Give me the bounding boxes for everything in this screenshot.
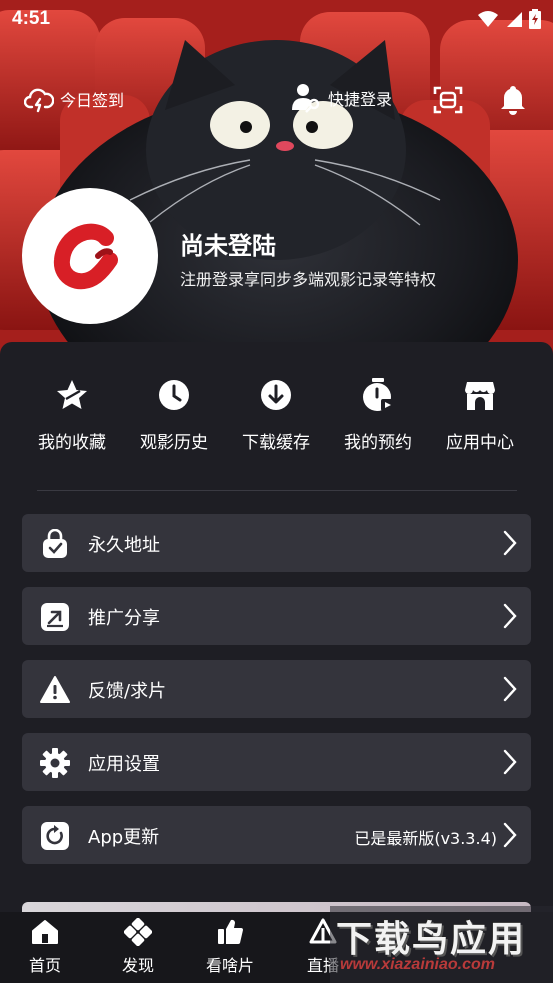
reservations-button[interactable]: 我的预约 [328, 372, 428, 453]
scan-button[interactable] [432, 84, 464, 120]
clock-icon [159, 380, 189, 410]
reservations-label: 我的预约 [344, 433, 412, 453]
user-key-icon [292, 84, 320, 113]
battery-icon [529, 9, 541, 29]
favorites-label: 我的收藏 [38, 433, 106, 453]
timer-icon [363, 378, 394, 411]
scan-icon [433, 86, 463, 114]
app-store-icon [465, 382, 495, 410]
menu-label: 推广分享 [88, 608, 160, 629]
menu-label: 应用设置 [88, 754, 160, 775]
chevron-right-icon [503, 603, 517, 629]
nav-item-what-to-watch[interactable]: 看啥片 [195, 918, 265, 976]
checkin-button[interactable]: 今日签到 [24, 85, 124, 113]
refresh-icon [41, 822, 69, 850]
menu-item-app-update[interactable]: App更新 已是最新版(v3.3.4) [22, 806, 531, 864]
menu-item-settings[interactable]: 应用设置 [22, 733, 531, 791]
profile-subtitle: 注册登录享同步多端观影记录等特权 [180, 270, 437, 289]
chevron-right-icon [503, 822, 517, 848]
nav-item-discover[interactable]: 发现 [103, 918, 173, 976]
quick-actions-row: 我的收藏 观影历史 下载缓存 我的预约 应用中心 [0, 372, 553, 462]
menu-panel: 我的收藏 观影历史 下载缓存 我的预约 应用中心 永久地址 推广分享 反馈/求片… [0, 342, 553, 912]
site-watermark: 下载鸟应用 www.xiazainiao.com [330, 906, 553, 983]
user-avatar[interactable] [22, 188, 158, 324]
status-time: 4:51 [12, 8, 51, 29]
watermark-title: 下载鸟应用 [336, 919, 527, 960]
nav-label: 首页 [28, 956, 61, 975]
avatar[interactable] [22, 188, 158, 324]
menu-item-permanent-address[interactable]: 永久地址 [22, 514, 531, 572]
cloud-lightning-icon [24, 88, 54, 113]
thumbs-up-icon [218, 919, 243, 945]
top-action-bar: 今日签到 快捷登录 [0, 80, 553, 120]
home-icon [32, 920, 58, 944]
chevron-right-icon [503, 676, 517, 702]
lock-bag-icon [43, 529, 67, 558]
history-label: 观影历史 [140, 433, 208, 453]
downloads-button[interactable]: 下载缓存 [226, 372, 326, 453]
nav-item-home[interactable]: 首页 [10, 918, 80, 976]
checkin-label: 今日签到 [60, 91, 125, 110]
menu-label: App更新 [88, 827, 160, 848]
profile-header: 4:51 今日签到 快捷登录 尚未登陆 注册登录享同步多端观影记录等特权 [0, 0, 553, 360]
quick-login-label: 快捷登录 [328, 90, 393, 109]
nav-label: 看啥片 [205, 956, 254, 975]
bell-icon [501, 86, 525, 115]
app-center-label: 应用中心 [446, 433, 514, 453]
signal-icon [507, 12, 522, 27]
divider [37, 490, 517, 491]
menu-item-share[interactable]: 推广分享 [22, 587, 531, 645]
quick-login-button[interactable]: 快捷登录 [290, 82, 392, 114]
gear-icon [40, 748, 70, 778]
wifi-icon [478, 11, 498, 27]
menu-label: 反馈/求片 [88, 681, 167, 702]
menu-label: 永久地址 [88, 535, 160, 556]
chevron-right-icon [503, 530, 517, 556]
share-icon [41, 603, 69, 631]
favorites-button[interactable]: 我的收藏 [22, 372, 122, 453]
menu-item-feedback[interactable]: 反馈/求片 [22, 660, 531, 718]
warning-icon [40, 676, 70, 703]
discover-icon [124, 918, 152, 946]
app-center-button[interactable]: 应用中心 [430, 372, 530, 453]
chevron-right-icon [503, 749, 517, 775]
download-icon [261, 380, 291, 410]
star-icon [57, 380, 87, 409]
version-status: 已是最新版(v3.3.4) [354, 829, 497, 848]
notification-button[interactable] [498, 84, 528, 120]
status-bar: 4:51 [0, 0, 553, 38]
app-logo-icon [53, 223, 118, 290]
profile-name[interactable]: 尚未登陆 [180, 226, 276, 261]
nav-label: 发现 [121, 956, 154, 975]
downloads-label: 下载缓存 [242, 433, 310, 453]
history-button[interactable]: 观影历史 [124, 372, 224, 453]
watermark-url: www.xiazainiao.com [340, 956, 496, 973]
